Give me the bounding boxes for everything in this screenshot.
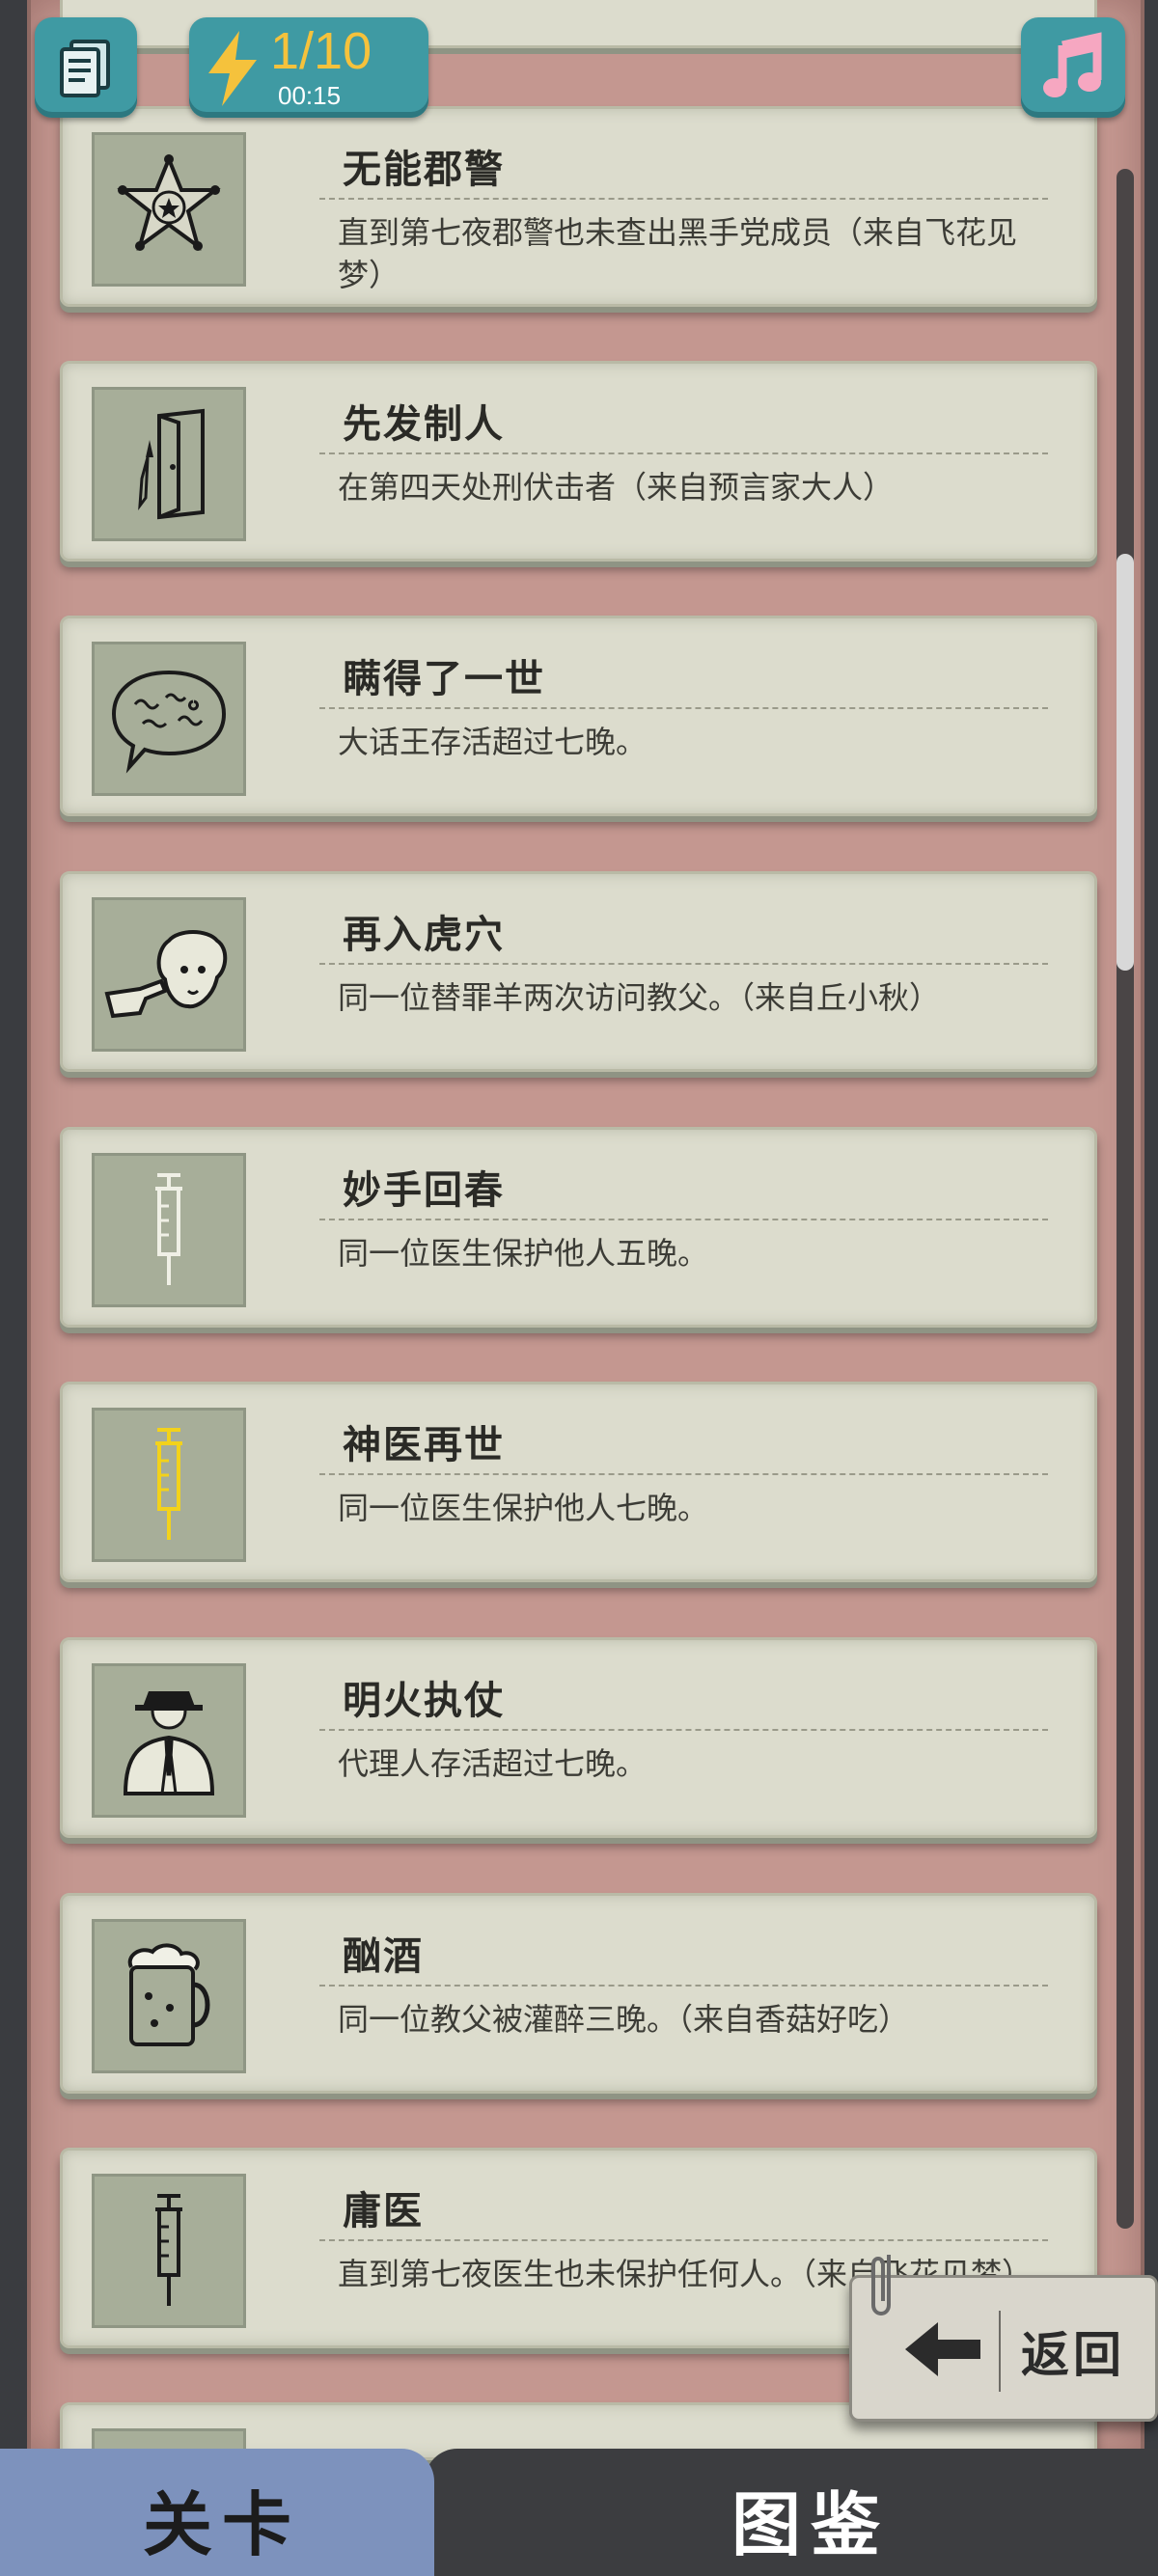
achievement-title: 无能郡警 xyxy=(343,148,505,192)
divider xyxy=(319,963,1048,965)
syringe-outline-icon xyxy=(155,1173,182,1285)
achievement-desc: 同一位教父被灌醉三晚。（来自香菇好吃） xyxy=(338,2001,910,2038)
achievement-icon-box xyxy=(92,132,246,287)
achievement-icon-box xyxy=(92,1408,246,1562)
documents-icon xyxy=(60,40,110,97)
achievement-card: 再入虎穴 同一位替罪羊两次访问教父。（来自丘小秋） xyxy=(60,871,1097,1072)
achievement-icon-box xyxy=(92,642,246,796)
achievement-card: 明火执仗 代理人存活超过七晚。 xyxy=(60,1637,1097,1838)
achievement-desc: 在第四天处刑伏击者（来自预言家大人） xyxy=(338,469,895,506)
documents-button[interactable] xyxy=(35,17,137,118)
divider xyxy=(319,198,1048,200)
achievement-icon-box xyxy=(92,2174,246,2328)
tab-levels-label: 关卡 xyxy=(143,2484,302,2565)
tab-levels[interactable]: 关卡 xyxy=(0,2449,434,2576)
arrow-left-icon xyxy=(905,2322,980,2376)
bottom-tab-bar: 图鉴 关卡 xyxy=(0,2449,1158,2576)
divider xyxy=(319,1219,1048,1220)
achievement-card: 无能郡警 直到第七夜郡警也未查出黑手党成员（来自飞花见梦） xyxy=(60,106,1097,307)
energy-count: 1/10 xyxy=(270,22,372,80)
music-button[interactable] xyxy=(1021,17,1125,118)
divider xyxy=(319,2239,1048,2241)
syringe-gold-icon xyxy=(155,1428,182,1540)
achievement-desc: 代理人存活超过七晚。 xyxy=(338,1745,648,1782)
achievement-title: 先发制人 xyxy=(343,402,505,447)
achievement-icon-box xyxy=(92,1663,246,1818)
achievement-card: 酗酒 同一位教父被灌醉三晚。（来自香菇好吃） xyxy=(60,1893,1097,2094)
achievement-card: 瞒得了一世 大话王存活超过七晚。 xyxy=(60,616,1097,816)
energy-timer: 00:15 xyxy=(278,81,342,110)
achievement-icon-box xyxy=(92,387,246,541)
sheriff-star-icon xyxy=(117,153,221,252)
achievement-title: 酗酒 xyxy=(343,1934,424,1979)
achievement-icon-box xyxy=(92,1153,246,1307)
achievement-title: 神医再世 xyxy=(343,1423,505,1467)
achievement-title: 瞒得了一世 xyxy=(343,657,545,701)
achievement-desc: 直到第七夜郡警也未查出黑手党成员（来自飞花见梦） xyxy=(338,214,1018,293)
back-button[interactable]: 返回 xyxy=(849,2255,1158,2422)
divider xyxy=(319,707,1048,709)
beer-mug-icon xyxy=(127,1943,210,2046)
gangster-icon xyxy=(123,1691,215,1795)
achievement-card: 神医再世 同一位医生保护他人七晚。 xyxy=(60,1382,1097,1582)
achievement-card: 妙手回春 同一位医生保护他人五晚。 xyxy=(60,1127,1097,1328)
paperclip-icon xyxy=(871,2255,891,2316)
back-divider xyxy=(999,2311,1001,2392)
lightning-bolt-icon xyxy=(208,31,257,106)
sheep-pointing-icon xyxy=(104,930,228,1019)
divider xyxy=(319,1985,1048,1987)
achievement-title: 庸医 xyxy=(343,2189,424,2233)
tab-codex-label: 图鉴 xyxy=(731,2484,891,2565)
achievement-desc: 同一位替罪羊两次访问教父。（来自丘小秋） xyxy=(338,979,941,1016)
divider xyxy=(319,1729,1048,1731)
achievement-icon-box xyxy=(92,897,246,1052)
achievement-title: 明火执仗 xyxy=(343,1679,505,1723)
tab-codex[interactable]: 图鉴 xyxy=(425,2449,1158,2576)
speech-bubble-icon xyxy=(111,670,227,774)
achievement-desc: 大话王存活超过七晚。 xyxy=(338,724,648,760)
syringe-dark-icon xyxy=(155,2194,182,2306)
achievement-title: 再入虎穴 xyxy=(343,913,505,957)
achievement-title: 妙手回春 xyxy=(343,1168,505,1213)
scrollbar-track[interactable] xyxy=(1117,169,1134,2229)
divider xyxy=(319,452,1048,454)
achievement-icon-box xyxy=(92,1919,246,2073)
scrollbar-thumb[interactable] xyxy=(1117,554,1134,971)
knife-door-icon xyxy=(138,408,205,520)
divider xyxy=(319,1473,1048,1475)
music-note-icon xyxy=(1043,32,1102,97)
achievement-card: 先发制人 在第四天处刑伏击者（来自预言家大人） xyxy=(60,361,1097,562)
achievement-desc: 同一位医生保护他人七晚。 xyxy=(338,1490,709,1526)
back-label: 返回 xyxy=(1021,2327,1125,2383)
energy-indicator: 1/10 00:15 xyxy=(189,17,428,118)
achievement-desc: 同一位医生保护他人五晚。 xyxy=(338,1235,709,1272)
